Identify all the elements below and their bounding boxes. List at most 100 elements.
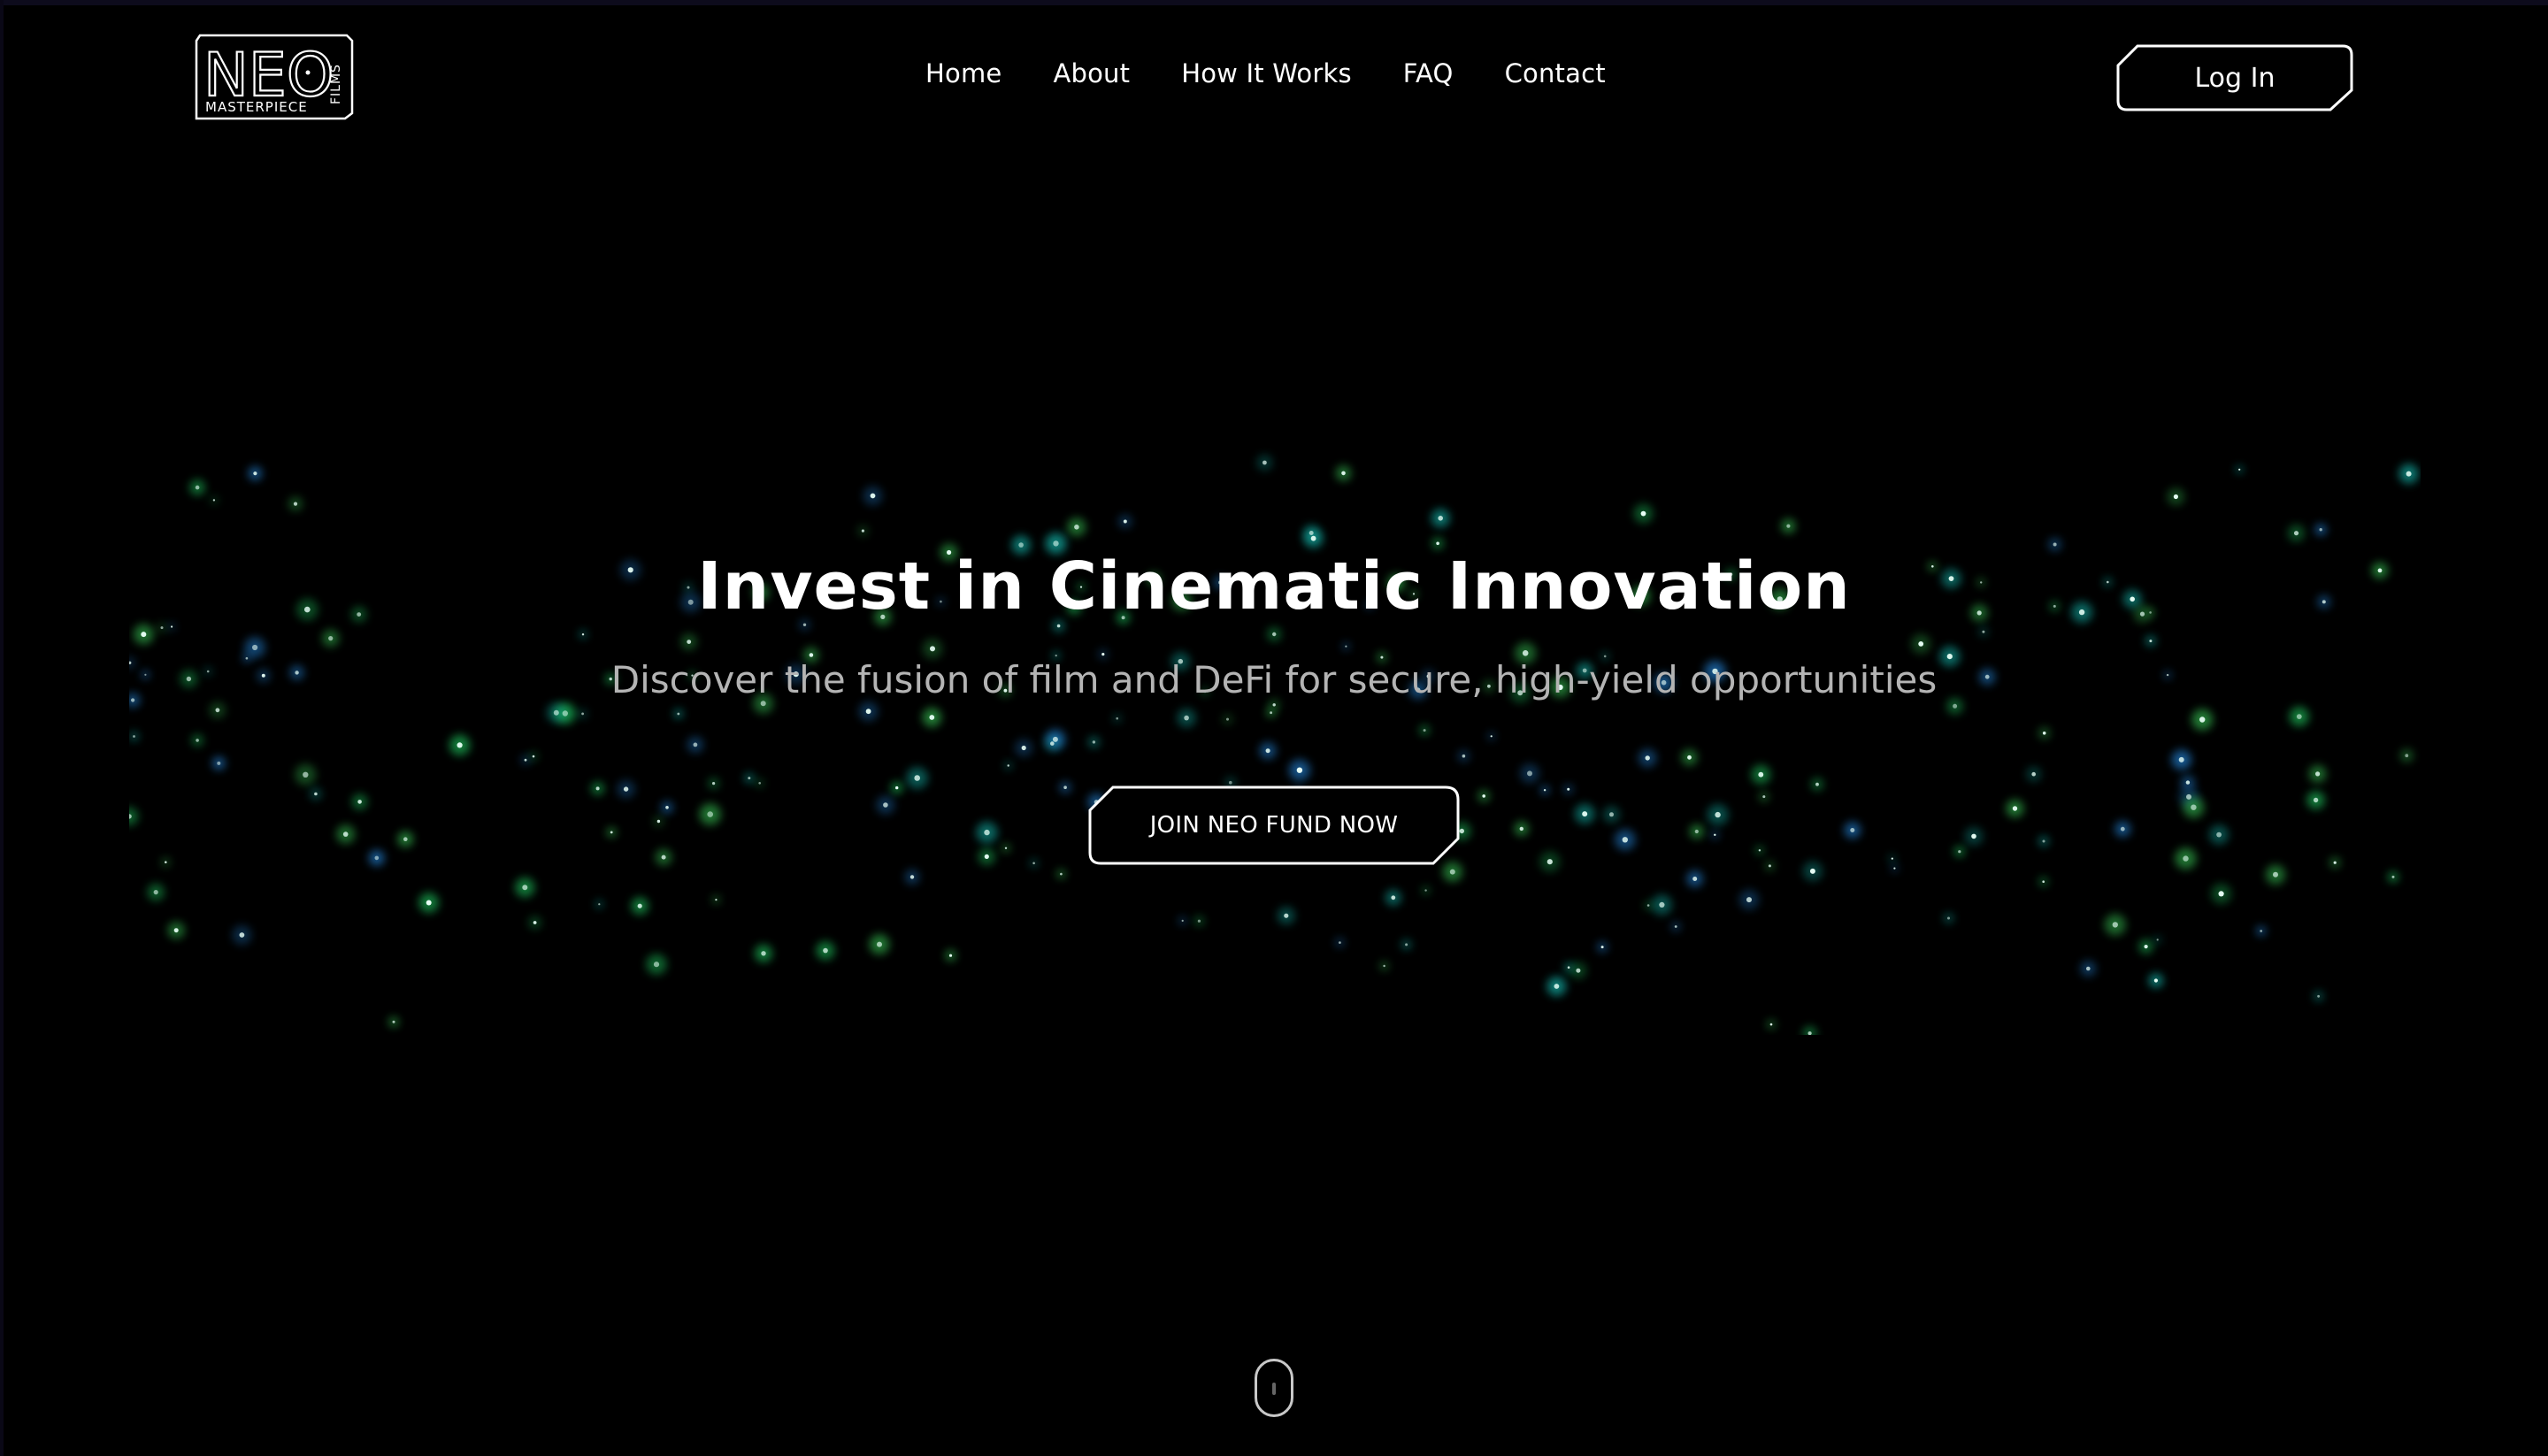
particle bbox=[1646, 904, 1650, 907]
particle bbox=[239, 932, 245, 938]
particle bbox=[1265, 748, 1270, 754]
particle bbox=[1383, 964, 1385, 968]
particle bbox=[1339, 941, 1341, 944]
particle bbox=[1405, 943, 1408, 946]
particle bbox=[1018, 542, 1024, 548]
particle bbox=[2313, 797, 2319, 803]
particle bbox=[1226, 717, 1229, 721]
particle bbox=[809, 653, 814, 657]
particle bbox=[2053, 542, 2057, 547]
logo-subtext: MASTERPIECE bbox=[205, 99, 308, 115]
particle bbox=[252, 644, 258, 651]
particle bbox=[2260, 930, 2263, 932]
particle bbox=[2333, 861, 2337, 864]
particle bbox=[1284, 913, 1289, 918]
particle bbox=[1074, 525, 1079, 530]
particle bbox=[1052, 736, 1058, 742]
particle bbox=[665, 806, 669, 809]
brand-logo[interactable]: NEO MASTERPIECE FILMS bbox=[195, 34, 354, 120]
particle bbox=[1609, 812, 1614, 817]
nav-faq[interactable]: FAQ bbox=[1403, 58, 1454, 88]
nav-how-it-works[interactable]: How It Works bbox=[1181, 58, 1352, 88]
join-fund-button[interactable]: JOIN NEO FUND NOW bbox=[1088, 785, 1460, 865]
particle bbox=[2178, 756, 2184, 762]
particle bbox=[2405, 754, 2409, 758]
particle bbox=[160, 626, 164, 630]
particle bbox=[1490, 735, 1493, 738]
particle bbox=[1758, 771, 1764, 778]
particle bbox=[870, 493, 876, 499]
particle bbox=[173, 928, 179, 933]
login-button[interactable]: Log In bbox=[2116, 44, 2353, 111]
particle bbox=[1768, 864, 1771, 868]
particle bbox=[687, 640, 692, 644]
particle bbox=[1262, 460, 1267, 465]
particle bbox=[1123, 519, 1127, 524]
particle bbox=[2149, 640, 2153, 643]
particle bbox=[2183, 855, 2189, 862]
particle bbox=[1436, 541, 1439, 546]
particle bbox=[1060, 872, 1063, 876]
particle bbox=[1004, 847, 1008, 849]
particle bbox=[165, 861, 167, 863]
particle bbox=[2218, 891, 2224, 897]
nav-home[interactable]: Home bbox=[925, 58, 1002, 88]
particle bbox=[895, 785, 899, 790]
particle bbox=[153, 890, 158, 895]
particle bbox=[2012, 806, 2018, 811]
particle bbox=[984, 854, 989, 859]
hero-subtitle: Discover the fusion of film and DeFi for… bbox=[610, 658, 1938, 701]
particle bbox=[1063, 785, 1067, 789]
particle bbox=[522, 885, 528, 891]
particle bbox=[1053, 540, 1059, 547]
particle bbox=[342, 831, 349, 837]
particle bbox=[2153, 978, 2158, 983]
particle bbox=[1543, 789, 1546, 792]
particle bbox=[1310, 535, 1316, 541]
particle bbox=[1116, 717, 1118, 720]
nav-about[interactable]: About bbox=[1053, 58, 1130, 88]
particle bbox=[217, 761, 221, 765]
particle bbox=[581, 712, 584, 716]
particle bbox=[595, 786, 600, 791]
particle bbox=[357, 800, 362, 804]
particle bbox=[1184, 715, 1189, 721]
particle bbox=[1603, 655, 1607, 658]
particle bbox=[1197, 919, 1201, 923]
particle bbox=[1758, 849, 1761, 852]
particle bbox=[1947, 916, 1950, 920]
nav-contact[interactable]: Contact bbox=[1505, 58, 1606, 88]
particle bbox=[1527, 770, 1532, 777]
particle bbox=[1918, 641, 1924, 647]
particle bbox=[1554, 984, 1560, 989]
particle bbox=[1272, 632, 1277, 637]
particle bbox=[403, 837, 408, 841]
particle bbox=[623, 786, 629, 792]
particle bbox=[1692, 877, 1698, 881]
particle bbox=[2031, 771, 2036, 777]
particle bbox=[760, 701, 766, 707]
particle bbox=[661, 854, 666, 860]
logo-side-text: FILMS bbox=[329, 64, 343, 104]
top-edge bbox=[0, 0, 2548, 5]
particle bbox=[1694, 829, 1699, 834]
particle bbox=[1424, 889, 1427, 892]
particle bbox=[1050, 741, 1055, 746]
particle bbox=[2173, 494, 2178, 500]
particle bbox=[1687, 755, 1692, 760]
particle bbox=[2315, 771, 2321, 777]
particle bbox=[2185, 780, 2191, 785]
particle bbox=[457, 742, 463, 748]
particle bbox=[1438, 516, 1443, 521]
particle bbox=[1809, 868, 1815, 874]
particle bbox=[2112, 922, 2118, 928]
particle bbox=[2199, 717, 2206, 723]
particle bbox=[1229, 780, 1232, 785]
particle bbox=[2042, 880, 2045, 883]
particle bbox=[1519, 826, 1524, 831]
particle bbox=[1762, 795, 1766, 799]
login-label: Log In bbox=[2194, 62, 2276, 94]
particle bbox=[930, 646, 935, 652]
mouse-scroll-icon[interactable] bbox=[1255, 1359, 1293, 1417]
particle bbox=[1659, 901, 1665, 908]
